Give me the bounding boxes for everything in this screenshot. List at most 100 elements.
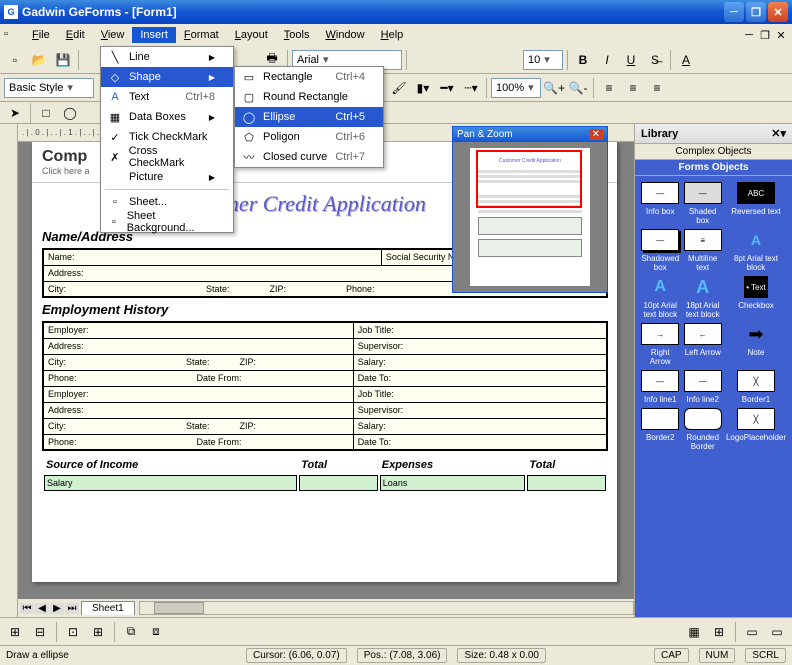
lib-line1[interactable]: —Info line1 bbox=[641, 370, 679, 404]
lib-line2[interactable]: —Info line2 bbox=[683, 370, 721, 404]
align-right-icon[interactable]: ≡ bbox=[646, 77, 668, 99]
menu-window[interactable]: Window bbox=[317, 27, 372, 43]
bold-button[interactable]: B bbox=[572, 49, 594, 71]
maximize-button[interactable]: ❐ bbox=[746, 2, 766, 22]
lib-shadedbox[interactable]: —Shaded box bbox=[683, 182, 721, 225]
strike-button[interactable]: S̶ bbox=[644, 49, 666, 71]
menu-text[interactable]: ATextCtrl+8 bbox=[101, 87, 233, 107]
shape-closed-curve[interactable]: 〰Closed curveCtrl+7 bbox=[235, 147, 383, 167]
h-scrollbar[interactable] bbox=[139, 601, 634, 615]
library-tab-forms[interactable]: Forms Objects bbox=[635, 160, 792, 176]
menu-tools[interactable]: Tools bbox=[276, 27, 318, 43]
close-button[interactable]: ✕ bbox=[768, 2, 788, 22]
panzoom-viewport[interactable] bbox=[476, 150, 582, 208]
tab-next[interactable]: ▶ bbox=[50, 603, 64, 614]
underline-button[interactable]: U bbox=[620, 49, 642, 71]
grid-icon[interactable]: ▦ bbox=[683, 621, 705, 643]
menu-line[interactable]: ╲Line▶ bbox=[101, 47, 233, 67]
shape-submenu: ▭RectangleCtrl+4 ▢Round Rectangle ◯Ellip… bbox=[234, 66, 384, 168]
mdi-close[interactable]: ✕ bbox=[774, 29, 788, 42]
menu-databoxes[interactable]: ▦Data Boxes▶ bbox=[101, 107, 233, 127]
insert-dropdown: ╲Line▶ ◇Shape▶ ATextCtrl+8 ▦Data Boxes▶ … bbox=[100, 46, 234, 233]
lib-reversedtext[interactable]: ABCReversed text bbox=[726, 182, 786, 225]
menu-sheet-bg[interactable]: ▫Sheet Background... bbox=[101, 212, 233, 232]
lib-8pt[interactable]: A8pt Arial text block bbox=[726, 229, 786, 272]
dist-icon2[interactable]: ⊞ bbox=[87, 621, 109, 643]
shape-polygon[interactable]: ⬠PoligonCtrl+6 bbox=[235, 127, 383, 147]
layer2-icon[interactable]: ▭ bbox=[766, 621, 788, 643]
lib-rounded[interactable]: Rounded Border bbox=[683, 408, 721, 451]
new-button[interactable]: ▫ bbox=[4, 49, 26, 71]
snap-icon[interactable]: ⊞ bbox=[708, 621, 730, 643]
lib-rarrow[interactable]: →Right Arrow bbox=[641, 323, 679, 366]
lib-infobox[interactable]: —Info box bbox=[641, 182, 679, 225]
panzoom-thumbnail[interactable]: Customer Credit Application bbox=[470, 148, 590, 286]
mdi-restore[interactable]: ❐ bbox=[758, 29, 772, 42]
align-center-icon[interactable]: ≡ bbox=[622, 77, 644, 99]
lib-18pt[interactable]: A18pt Arial text block bbox=[683, 276, 721, 319]
menu-cross[interactable]: ✗Cross CheckMark bbox=[101, 147, 233, 167]
menu-file[interactable]: File bbox=[24, 27, 58, 43]
tab-prev[interactable]: ◀ bbox=[35, 603, 49, 614]
fill-icon[interactable]: ▮▾ bbox=[412, 77, 434, 99]
library-tab-complex[interactable]: Complex Objects bbox=[635, 144, 792, 160]
ellipse-tool[interactable]: ◯ bbox=[59, 102, 81, 124]
italic-button[interactable]: I bbox=[596, 49, 618, 71]
menu-view[interactable]: View bbox=[93, 27, 133, 43]
dist-icon[interactable]: ⊡ bbox=[62, 621, 84, 643]
panzoom-window[interactable]: Pan & Zoom✕ Customer Credit Application bbox=[452, 126, 608, 293]
lib-multiline[interactable]: ≡Multiline text bbox=[683, 229, 721, 272]
status-hint: Draw a ellipse bbox=[6, 650, 236, 661]
sheet-tab-1[interactable]: Sheet1 bbox=[81, 601, 135, 615]
size-combo[interactable]: 10▾ bbox=[523, 50, 563, 70]
fontcolor-button[interactable]: A bbox=[675, 49, 697, 71]
lib-border1[interactable]: ╳Border1 bbox=[726, 370, 786, 404]
shape-round-rect[interactable]: ▢Round Rectangle bbox=[235, 87, 383, 107]
menu-picture[interactable]: Picture▶ bbox=[101, 167, 233, 187]
window-title: Gadwin GeForms - [Form1] bbox=[22, 5, 724, 19]
panzoom-title[interactable]: Pan & Zoom✕ bbox=[453, 127, 607, 142]
menu-edit[interactable]: Edit bbox=[58, 27, 93, 43]
tab-first[interactable]: ⏮ bbox=[20, 603, 34, 614]
menu-layout[interactable]: Layout bbox=[227, 27, 276, 43]
menu-tick[interactable]: ✓Tick CheckMark bbox=[101, 127, 233, 147]
pointer-tool[interactable]: ➤ bbox=[4, 102, 26, 124]
menu-shape[interactable]: ◇Shape▶ bbox=[101, 67, 233, 87]
layer-icon[interactable]: ▭ bbox=[741, 621, 763, 643]
lib-note[interactable]: ➡Note bbox=[726, 323, 786, 366]
lib-logo[interactable]: ╳LogoPlaceholder bbox=[726, 408, 786, 451]
lib-shadowbox[interactable]: —Shadowed box bbox=[641, 229, 679, 272]
align-icon[interactable]: ⊞ bbox=[4, 621, 26, 643]
line-icon[interactable]: ━▾ bbox=[436, 77, 458, 99]
lib-border2[interactable]: Border2 bbox=[641, 408, 679, 451]
ungroup-icon[interactable]: ⧈ bbox=[145, 621, 167, 643]
minimize-button[interactable]: ─ bbox=[724, 2, 744, 22]
lib-10pt[interactable]: A10pt Arial text block bbox=[641, 276, 679, 319]
save-button[interactable]: 💾 bbox=[52, 49, 74, 71]
zoom-combo[interactable]: 100%▾ bbox=[491, 78, 541, 98]
brush-icon[interactable]: 🖌 bbox=[388, 77, 410, 99]
income-table: Source of IncomeTotalExpensesTotal Salar… bbox=[42, 455, 608, 493]
style-combo[interactable]: Basic Style▾ bbox=[4, 78, 94, 98]
dash-icon[interactable]: ┄▾ bbox=[460, 77, 482, 99]
group-icon[interactable]: ⧉ bbox=[120, 621, 142, 643]
menu-format[interactable]: Format bbox=[176, 27, 227, 43]
lib-checkbox[interactable]: • TextCheckbox bbox=[726, 276, 786, 319]
menu-sheet[interactable]: ▫Sheet... bbox=[101, 192, 233, 212]
zoomout-button[interactable]: 🔍- bbox=[567, 77, 589, 99]
mdi-min[interactable]: ─ bbox=[742, 29, 756, 42]
shape-ellipse[interactable]: ◯EllipseCtrl+5 bbox=[235, 107, 383, 127]
library-close-icon[interactable]: ✕▾ bbox=[771, 127, 786, 140]
tab-last[interactable]: ⏭ bbox=[65, 603, 79, 614]
menu-help[interactable]: Help bbox=[373, 27, 412, 43]
panzoom-close-icon[interactable]: ✕ bbox=[589, 129, 603, 140]
align-left-icon[interactable]: ≡ bbox=[598, 77, 620, 99]
zoomin-button[interactable]: 🔍+ bbox=[543, 77, 565, 99]
status-num: NUM bbox=[699, 648, 736, 663]
lib-larrow[interactable]: ←Left Arrow bbox=[683, 323, 721, 366]
align-icon2[interactable]: ⊟ bbox=[29, 621, 51, 643]
rect-tool[interactable]: □ bbox=[35, 102, 57, 124]
shape-rectangle[interactable]: ▭RectangleCtrl+4 bbox=[235, 67, 383, 87]
menu-insert[interactable]: Insert bbox=[132, 27, 176, 43]
open-button[interactable]: 📂 bbox=[28, 49, 50, 71]
